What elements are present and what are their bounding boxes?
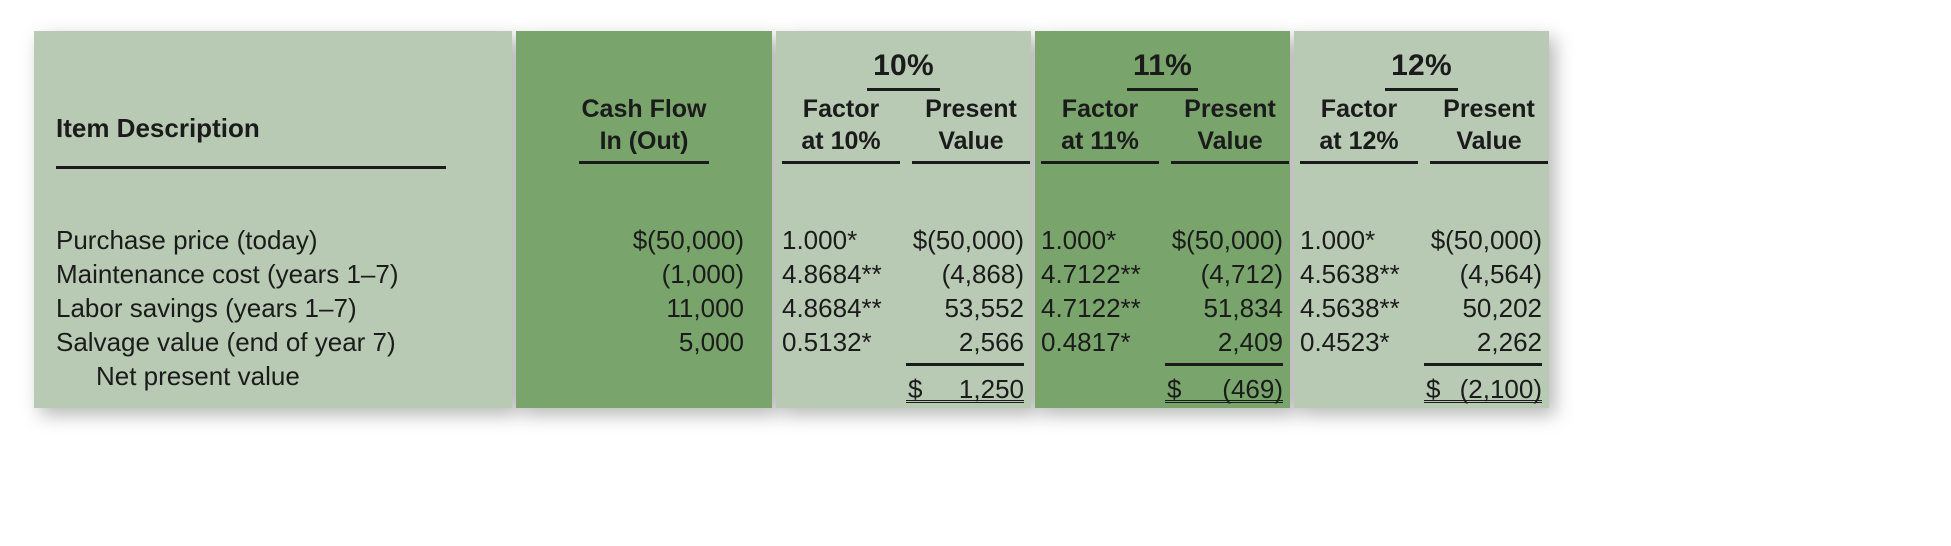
present-value-cell: (4,712) (1200, 259, 1283, 289)
factor-values-10: 1.000* 4.8684** 4.8684** 0.5132* (782, 223, 906, 359)
present-value-cell: 2,566 (958, 327, 1024, 357)
factor-cell: 4.8684** (782, 293, 882, 323)
rate-title-10-label: 10% (867, 49, 940, 91)
present-header-line1: Present (1443, 95, 1535, 123)
cash-flow-cell: (1,000) (661, 259, 744, 289)
cash-flow-header-line1: Cash Flow (581, 95, 707, 123)
header-rule (579, 161, 709, 164)
npv-currency-symbol: $ (908, 374, 923, 404)
factor-header-10: Factor at 10% (782, 93, 900, 164)
present-value-cell: $(50,000) (912, 225, 1024, 255)
factor-cell: 4.5638** (1300, 293, 1400, 323)
npv-currency-symbol: $ (1167, 374, 1182, 404)
rate-column-11: 11% Factor at 11% Present Value 1.000* 4… (1035, 31, 1290, 408)
rate-column-12: 12% Factor at 12% Present Value 1.000* 4… (1294, 31, 1549, 408)
header-rule (56, 166, 446, 169)
npv-total-10: $ 1,250 (906, 363, 1024, 404)
present-value-cell: (4,868) (941, 259, 1024, 289)
cash-flow-values: $(50,000) (1,000) 11,000 5,000 (516, 223, 772, 359)
table-row: Purchase price (today) (56, 225, 318, 255)
factor-header-line2: at 12% (1319, 127, 1399, 155)
factor-header-line1: Factor (1061, 95, 1139, 123)
npv-total-11: $ (469) (1165, 363, 1283, 404)
factor-header-line1: Factor (802, 95, 880, 123)
factor-header-line2: at 10% (801, 127, 881, 155)
factor-header-11: Factor at 11% (1041, 93, 1159, 164)
factor-values-11: 1.000* 4.7122** 4.7122** 0.4817* (1041, 223, 1165, 359)
cash-flow-header-line2: In (Out) (599, 127, 689, 155)
rate-title-11-label: 11% (1127, 49, 1198, 91)
factor-cell: 4.7122** (1041, 259, 1141, 289)
factor-cell: 1.000* (1041, 225, 1117, 255)
present-values-10: $(50,000) (4,868) 53,552 2,566 $ 1,250 (906, 223, 1024, 404)
factor-cell: 0.5132* (782, 327, 872, 357)
item-description-column: Item Description Purchase price (today) … (34, 31, 512, 408)
present-value-cell: $(50,000) (1171, 225, 1283, 255)
present-value-cell: 53,552 (944, 293, 1024, 323)
present-value-cell: (4,564) (1459, 259, 1542, 289)
factor-header-12: Factor at 12% (1300, 93, 1418, 164)
rate-title-10: 10% (776, 49, 1031, 91)
header-rule (782, 161, 900, 164)
header-rule (1041, 161, 1159, 164)
present-header-line1: Present (925, 95, 1017, 123)
npv-currency-symbol: $ (1426, 374, 1441, 404)
table-row: Labor savings (years 1–7) (56, 293, 357, 323)
header-rule (912, 161, 1030, 164)
factor-cell: 0.4523* (1300, 327, 1390, 357)
present-value-header-10: Present Value (912, 93, 1030, 164)
present-values-12: $(50,000) (4,564) 50,202 2,262 $ (2,100) (1424, 223, 1542, 404)
present-value-header-12: Present Value (1430, 93, 1548, 164)
factor-cell: 1.000* (1300, 225, 1376, 255)
present-value-cell: 2,409 (1217, 327, 1283, 357)
table-row: Maintenance cost (years 1–7) (56, 259, 399, 289)
npv-table-figure: Item Description Purchase price (today) … (34, 31, 1918, 408)
factor-cell: 1.000* (782, 225, 858, 255)
table-row: Salvage value (end of year 7) (56, 327, 396, 357)
present-value-header-11: Present Value (1171, 93, 1289, 164)
npv-amount: (469) (1222, 374, 1283, 404)
rate-title-11: 11% (1035, 49, 1290, 91)
net-present-value-label: Net present value (96, 361, 300, 391)
factor-cell: 4.8684** (782, 259, 882, 289)
factor-values-12: 1.000* 4.5638** 4.5638** 0.4523* (1300, 223, 1424, 359)
cash-flow-header: Cash Flow In (Out) (516, 93, 772, 164)
header-rule (1430, 161, 1548, 164)
present-value-cell: 51,834 (1203, 293, 1283, 323)
rate-title-12: 12% (1294, 49, 1549, 91)
cash-flow-column: Cash Flow In (Out) $(50,000) (1,000) 11,… (516, 31, 772, 408)
factor-header-line2: at 11% (1061, 127, 1139, 155)
present-header-line1: Present (1184, 95, 1276, 123)
item-description-header: Item Description (56, 113, 446, 169)
npv-total-12: $ (2,100) (1424, 363, 1542, 404)
npv-amount: (2,100) (1459, 374, 1542, 404)
description-rows: Purchase price (today) Maintenance cost … (34, 223, 512, 393)
present-header-line2: Value (1197, 127, 1263, 155)
item-description-header-label: Item Description (56, 113, 260, 143)
present-values-11: $(50,000) (4,712) 51,834 2,409 $ (469) (1165, 223, 1283, 404)
header-rule (1171, 161, 1289, 164)
present-header-line2: Value (1456, 127, 1522, 155)
cash-flow-cell: 5,000 (678, 327, 744, 357)
npv-amount: 1,250 (958, 374, 1024, 404)
factor-header-line1: Factor (1320, 95, 1398, 123)
present-value-cell: $(50,000) (1430, 225, 1542, 255)
factor-cell: 4.7122** (1041, 293, 1141, 323)
present-value-cell: 2,262 (1476, 327, 1542, 357)
cash-flow-cell: $(50,000) (632, 225, 744, 255)
present-header-line2: Value (938, 127, 1004, 155)
cash-flow-cell: 11,000 (666, 293, 744, 323)
rate-title-12-label: 12% (1385, 49, 1458, 91)
factor-cell: 0.4817* (1041, 327, 1131, 357)
rate-column-10: 10% Factor at 10% Present Value 1.000* 4… (776, 31, 1031, 408)
header-rule (1300, 161, 1418, 164)
factor-cell: 4.5638** (1300, 259, 1400, 289)
present-value-cell: 50,202 (1462, 293, 1542, 323)
